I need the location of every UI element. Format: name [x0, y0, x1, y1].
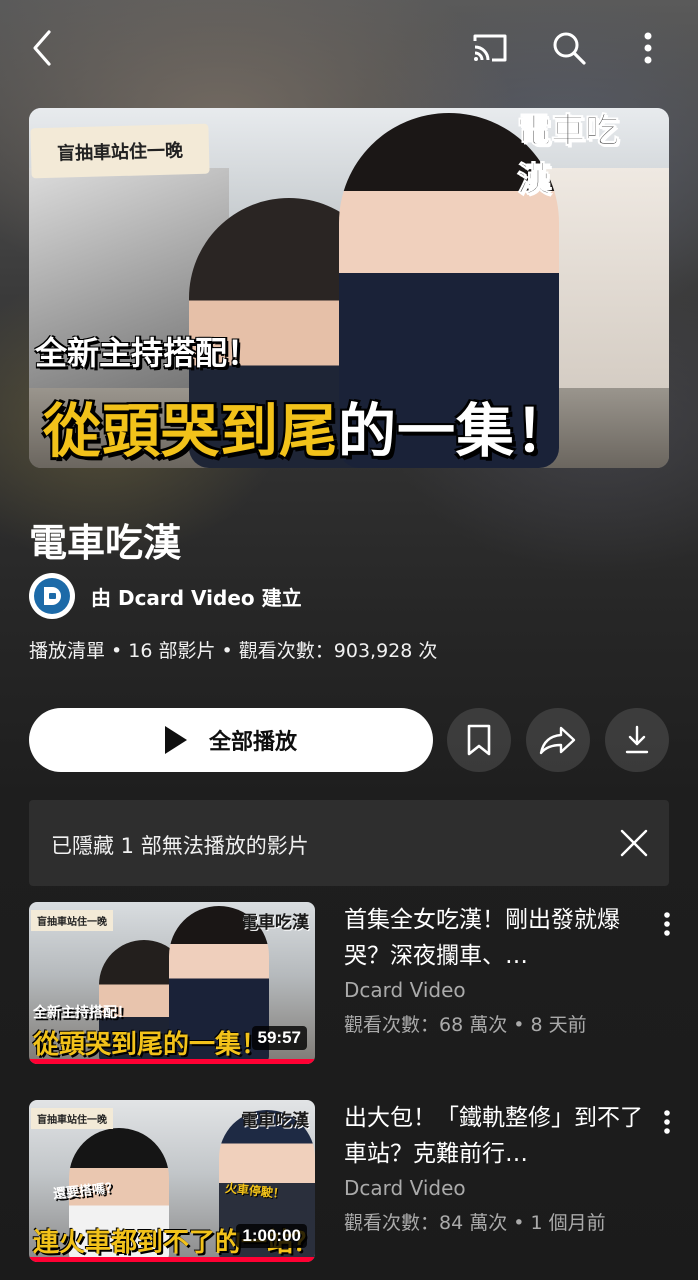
share-icon: [539, 726, 576, 755]
top-app-bar: [0, 0, 698, 96]
back-button[interactable]: [18, 24, 66, 72]
thumbnail-tag: 盲抽車站住一晚: [31, 910, 113, 931]
back-arrow-icon: [33, 30, 51, 66]
save-playlist-button[interactable]: [447, 708, 511, 772]
play-all-button[interactable]: 全部播放: [29, 708, 433, 772]
thumbnail-caption-small: 全新主持搭配！: [33, 1005, 131, 1021]
video-thumbnail[interactable]: 盲抽車站住一晚 電車吃漢 全新主持搭配！ 從頭哭到尾的一集！ 59:57: [29, 902, 315, 1064]
playlist-title: 電車吃漢: [29, 521, 182, 565]
notice-text: 已隱藏 1 部無法播放的影片: [51, 834, 309, 858]
channel-created-by[interactable]: 由 Dcard Video 建立: [91, 582, 302, 611]
download-button[interactable]: [605, 708, 669, 772]
dcard-logo-icon: [44, 587, 61, 605]
cast-icon: [473, 34, 507, 62]
caption-white-part: 的一集！: [338, 397, 575, 465]
playlist-page: 盲抽車站住一晚 電車吃漢 全新主持搭配！ 從頭哭到尾的一集！ 電車吃漢 由 Dc…: [0, 0, 698, 1280]
hidden-videos-notice: 已隱藏 1 部無法播放的影片: [29, 800, 669, 886]
thumbnail-tag: 盲抽車站住一晚: [31, 1108, 113, 1129]
play-all-label: 全部播放: [208, 730, 297, 755]
video-channel: Dcard Video: [344, 1176, 466, 1200]
avatar-logo: [34, 578, 70, 614]
video-title[interactable]: 出大包！「鐵軌整修」到不了車站？克難前行…: [344, 1100, 644, 1172]
video-stats: 觀看次數：84 萬次 • 1 個月前: [344, 1212, 606, 1234]
video-info[interactable]: 出大包！「鐵軌整修」到不了車站？克難前行… Dcard Video 觀看次數：8…: [344, 1100, 644, 1235]
caption-yellow-part: 從頭哭到尾: [43, 397, 339, 465]
watch-progress-bar: [29, 1059, 315, 1064]
show-logo: 電車吃漢: [241, 1111, 309, 1131]
video-title[interactable]: 首集全女吃漢！剛出發就爆哭？深夜攔車、…: [344, 902, 644, 974]
show-logo: 電車吃漢: [241, 913, 309, 933]
download-icon: [625, 725, 649, 754]
video-stats: 觀看次數：68 萬次 • 8 天前: [344, 1014, 587, 1036]
thumbnail-tag: 盲抽車站住一晚: [30, 123, 210, 179]
playlist-meta: 播放清單 • 16 部影片 • 觀看次數：903,928 次: [29, 640, 438, 662]
share-button[interactable]: [526, 708, 590, 772]
video-thumbnail[interactable]: 盲抽車站住一晚 電車吃漢 還要搭嗎？ 火車停駛！ 連火車都到不了的一站？ 1:0…: [29, 1100, 315, 1262]
thumbnail-caption-big: 從頭哭到尾的一集！: [43, 384, 574, 468]
video-duration: 59:57: [251, 1026, 307, 1050]
close-icon: [620, 829, 648, 857]
show-logo: 電車吃漢: [517, 111, 620, 201]
video-more-button[interactable]: [655, 906, 679, 942]
thumbnail-caption-small: 全新主持搭配！: [35, 334, 260, 372]
dismiss-notice-button[interactable]: [613, 822, 655, 864]
more-vertical-icon: [644, 32, 652, 64]
more-vertical-icon: [664, 912, 670, 936]
video-channel: Dcard Video: [344, 978, 466, 1002]
video-duration: 1:00:00: [236, 1224, 307, 1248]
search-button[interactable]: [545, 24, 593, 72]
thumbnail-caption-big: 從頭哭到尾的一集！: [33, 1030, 268, 1060]
playlist-hero-thumbnail[interactable]: 盲抽車站住一晚 電車吃漢 全新主持搭配！ 從頭哭到尾的一集！: [29, 108, 669, 468]
search-icon: [553, 32, 586, 65]
video-info[interactable]: 首集全女吃漢！剛出發就爆哭？深夜攔車、… Dcard Video 觀看次數：68…: [344, 902, 644, 1037]
playlist-video-item[interactable]: 盲抽車站住一晚 電車吃漢 全新主持搭配！ 從頭哭到尾的一集！ 59:57 首集全…: [29, 902, 685, 1066]
bookmark-icon: [467, 724, 491, 756]
watch-progress-bar: [29, 1257, 315, 1262]
more-options-button[interactable]: [626, 24, 670, 72]
channel-avatar[interactable]: [29, 573, 75, 619]
video-more-button[interactable]: [655, 1104, 679, 1140]
play-icon: [164, 726, 187, 754]
more-vertical-icon: [664, 1110, 670, 1134]
cast-button[interactable]: [466, 24, 514, 72]
playlist-owner[interactable]: 由 Dcard Video 建立: [29, 573, 302, 619]
playlist-video-item[interactable]: 盲抽車站住一晚 電車吃漢 還要搭嗎？ 火車停駛！ 連火車都到不了的一站？ 1:0…: [29, 1100, 685, 1264]
